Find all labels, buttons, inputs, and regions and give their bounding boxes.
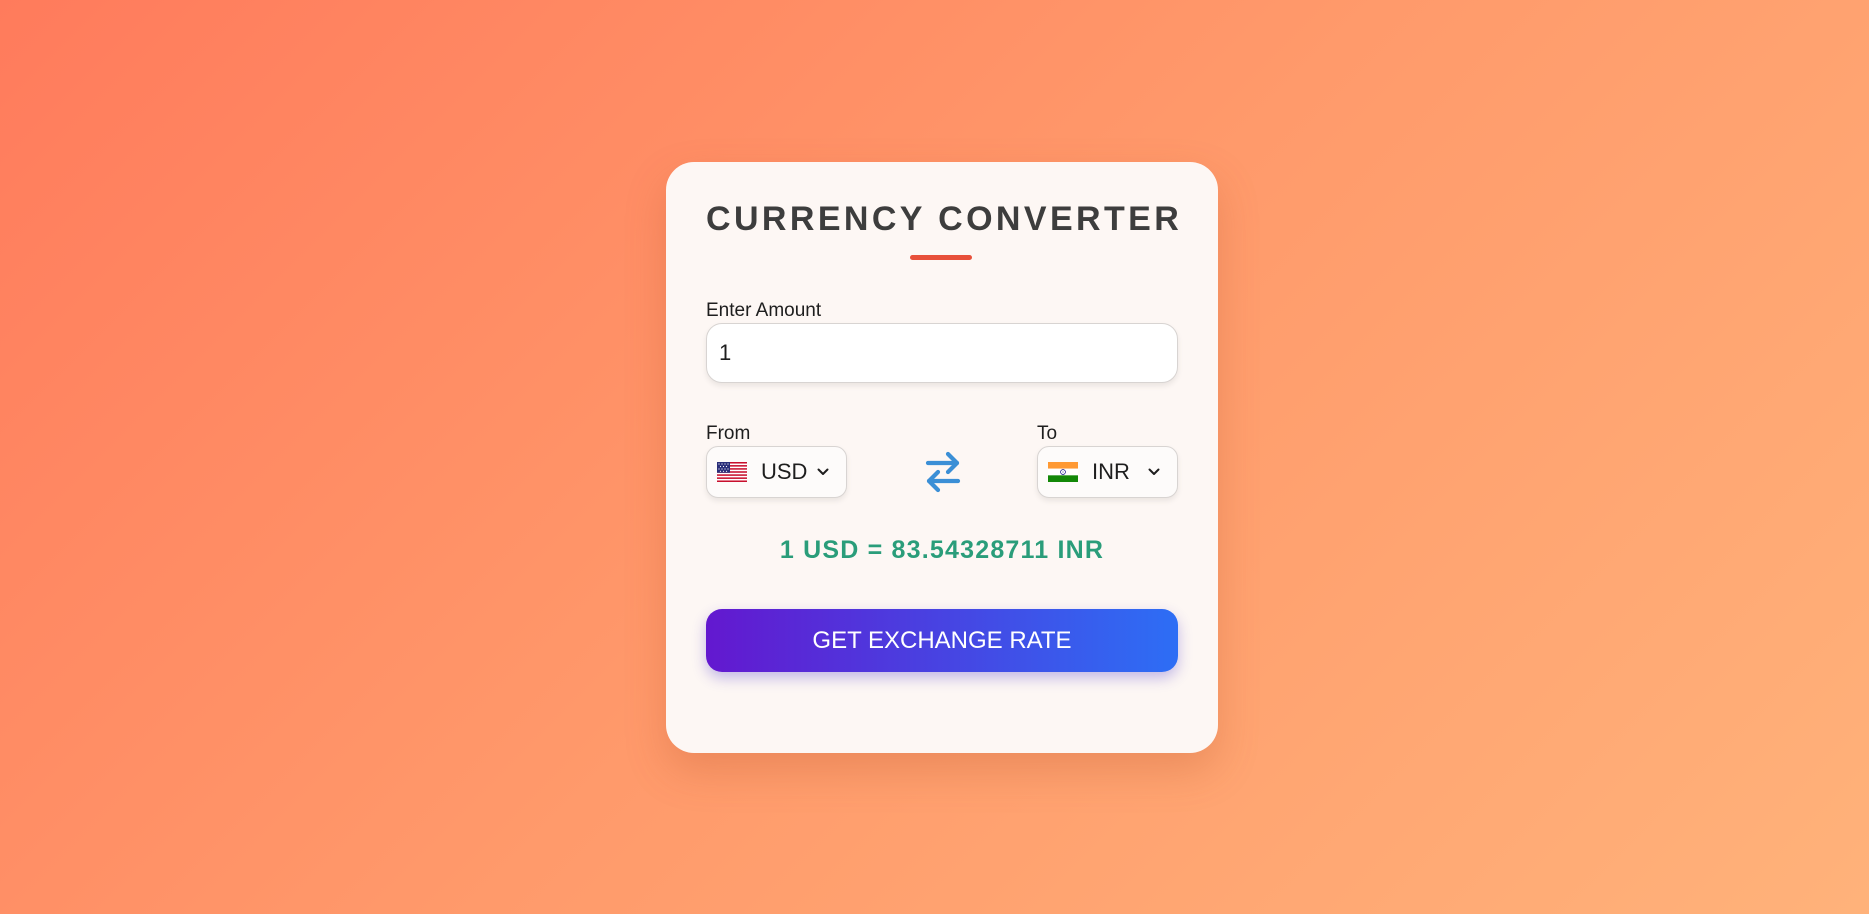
from-currency-select[interactable]: USD	[706, 446, 847, 498]
exchange-rate-result: 1 USD = 83.54328711 INR	[779, 536, 1105, 564]
swap-arrows-icon[interactable]	[923, 449, 963, 495]
chevron-down-icon	[1148, 468, 1160, 475]
amount-label: Enter Amount	[706, 300, 822, 321]
from-label: From	[706, 423, 751, 444]
to-label: To	[1037, 423, 1058, 444]
converter-card: CURRENCY CONVERTER Enter Amount From USD	[666, 162, 1218, 753]
chevron-down-icon	[817, 468, 829, 475]
to-currency-select[interactable]: INR	[1037, 446, 1178, 498]
us-flag-icon	[717, 462, 747, 482]
amount-input[interactable]	[706, 323, 1178, 383]
page-title: CURRENCY CONVERTER	[706, 200, 1183, 238]
title-underline	[910, 255, 972, 260]
get-exchange-rate-button[interactable]: GET EXCHANGE RATE	[706, 609, 1178, 672]
to-currency-code: INR	[1092, 459, 1130, 484]
from-currency-code: USD	[761, 459, 808, 484]
india-flag-icon	[1048, 462, 1078, 482]
